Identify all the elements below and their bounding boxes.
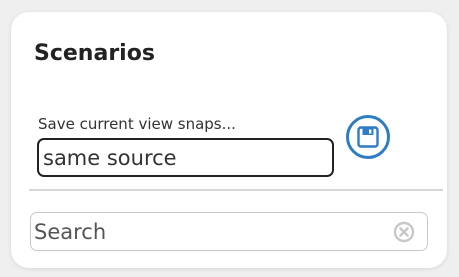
floppy-disk-icon (357, 126, 379, 148)
save-snapshot-label: Save current view snaps... (38, 115, 236, 133)
snapshot-name-input[interactable] (37, 138, 334, 177)
save-snapshot-button[interactable] (346, 115, 390, 159)
search-box (30, 212, 428, 251)
clear-search-icon[interactable] (393, 221, 415, 243)
panel-title: Scenarios (34, 41, 155, 66)
scenarios-panel: Scenarios Save current view snaps... (11, 12, 447, 268)
divider (29, 189, 443, 191)
search-input[interactable] (34, 214, 374, 249)
